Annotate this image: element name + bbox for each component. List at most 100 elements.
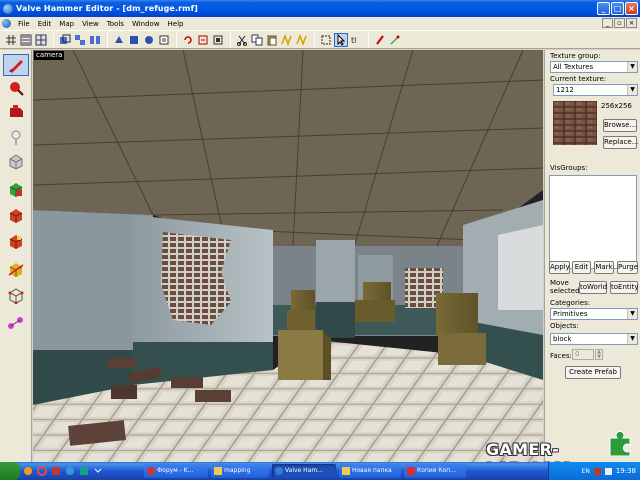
doc-close-button[interactable]: ×: [626, 18, 637, 28]
task-icon: [147, 467, 155, 475]
chevron-down-icon[interactable]: ▼: [627, 309, 637, 319]
decal-tool-icon[interactable]: [3, 230, 29, 252]
menu-view[interactable]: View: [78, 20, 103, 28]
doc-restore-button[interactable]: ▫: [614, 18, 625, 28]
hammer-app-icon[interactable]: [3, 3, 13, 14]
objects-select[interactable]: block ▼: [550, 333, 638, 345]
block-tool-icon[interactable]: [3, 150, 29, 172]
selection-bounds-icon[interactable]: [319, 33, 333, 47]
camera-tool-icon[interactable]: [3, 100, 29, 122]
faces-input[interactable]: 0: [572, 349, 594, 360]
visgroup-edit-button[interactable]: Edit: [572, 261, 591, 274]
show-all-icon[interactable]: [142, 33, 156, 47]
chevron-down-icon[interactable]: ▼: [627, 62, 637, 72]
minimize-button[interactable]: _: [597, 2, 610, 15]
apply-texture-tool-icon[interactable]: [3, 204, 29, 226]
hide-unselected-icon[interactable]: [127, 33, 141, 47]
undo-icon[interactable]: [181, 33, 195, 47]
menu-window[interactable]: Window: [128, 20, 164, 28]
group-icon[interactable]: [73, 33, 87, 47]
quicklaunch-media-icon[interactable]: [78, 465, 90, 477]
texture-replace-icon[interactable]: [295, 33, 309, 47]
close-button[interactable]: ×: [625, 2, 638, 15]
ungroup-icon[interactable]: [88, 33, 102, 47]
categories-select[interactable]: Primitives ▼: [550, 308, 638, 320]
start-button[interactable]: [0, 462, 20, 480]
quicklaunch-expand-icon[interactable]: [92, 465, 104, 477]
task-hammer-label: Valve Ham...: [285, 467, 323, 474]
menu-edit[interactable]: Edit: [34, 20, 56, 28]
to-world-button[interactable]: toWorld: [579, 281, 607, 294]
faces-spinner[interactable]: ▲ ▼: [595, 349, 603, 360]
doc-minimize-button[interactable]: _: [602, 18, 613, 28]
texture-group-label: Texture group:: [550, 52, 601, 60]
grid-smaller-icon[interactable]: [19, 33, 33, 47]
task-forum[interactable]: Форум - K...: [144, 464, 208, 478]
grid-larger-icon[interactable]: [34, 33, 48, 47]
selection-tool-icon[interactable]: [3, 54, 29, 76]
quicklaunch-explorer-icon[interactable]: [64, 465, 76, 477]
quicklaunch-opera-icon[interactable]: [36, 465, 48, 477]
options-icon[interactable]: [388, 33, 402, 47]
run-map-icon[interactable]: [373, 33, 387, 47]
entity-report-icon[interactable]: tl: [349, 33, 363, 47]
texture-preview: [553, 101, 597, 145]
svg-text:tl: tl: [351, 36, 356, 45]
cursor-select-icon[interactable]: [334, 32, 348, 47]
folder-icon: [342, 467, 350, 475]
task-hammer[interactable]: Valve Ham...: [272, 464, 336, 478]
create-prefab-button[interactable]: Create Prefab: [565, 366, 621, 379]
chevron-down-icon[interactable]: ▼: [627, 85, 637, 95]
tool-palette: [0, 50, 32, 462]
task-copy[interactable]: Копия Коп...: [404, 464, 466, 478]
visgroups-list[interactable]: [549, 175, 637, 269]
texture-apply-icon[interactable]: [280, 33, 294, 47]
visgroup-purge-button[interactable]: Purge: [617, 261, 638, 274]
texture-lock-icon[interactable]: [211, 33, 225, 47]
copy-icon[interactable]: [250, 33, 264, 47]
clip-tool-icon[interactable]: [3, 258, 29, 280]
task-new-folder[interactable]: Новая папка: [339, 464, 401, 478]
task-mapping[interactable]: mapping: [211, 464, 269, 478]
redo-icon[interactable]: [196, 33, 210, 47]
quicklaunch-browser-icon[interactable]: [22, 465, 34, 477]
current-texture-select[interactable]: 1212 ▼: [553, 84, 638, 96]
entity-tool-icon[interactable]: [3, 127, 29, 149]
hammer-icon: [275, 467, 283, 475]
document-icon[interactable]: [2, 19, 11, 28]
folder-icon: [214, 467, 222, 475]
language-indicator[interactable]: EN: [582, 468, 590, 475]
texture-tool-icon[interactable]: [3, 178, 29, 200]
taskbar: Форум - K... mapping Valve Ham... Новая …: [0, 462, 640, 480]
menu-bar: File Edit Map View Tools Window Help _ ▫…: [0, 17, 640, 30]
texture-group-select[interactable]: All Textures ▼: [550, 61, 638, 73]
hide-selection-icon[interactable]: [112, 33, 126, 47]
visgroups-label: VisGroups:: [550, 164, 588, 172]
magnify-tool-icon[interactable]: [3, 77, 29, 99]
paste-icon[interactable]: [265, 33, 279, 47]
menu-help[interactable]: Help: [164, 20, 188, 28]
to-entity-button[interactable]: toEntity: [610, 281, 638, 294]
cut-icon[interactable]: [235, 33, 249, 47]
maximize-button[interactable]: □: [611, 2, 624, 15]
tray-icon[interactable]: [593, 467, 601, 475]
compile-icon[interactable]: [157, 33, 171, 47]
camera-viewport[interactable]: camera: [33, 50, 543, 462]
menu-map[interactable]: Map: [55, 20, 78, 28]
visgroup-mark-button[interactable]: Mark: [594, 261, 614, 274]
vertex-tool-icon[interactable]: [3, 284, 29, 306]
quicklaunch-app-icon[interactable]: [50, 465, 62, 477]
menu-file[interactable]: File: [14, 20, 34, 28]
title-bar: Valve Hammer Editor - [dm_refuge.rmf] _ …: [0, 0, 640, 17]
grid-icon[interactable]: [4, 33, 18, 47]
chevron-down-icon[interactable]: ▼: [627, 334, 637, 344]
browse-button[interactable]: Browse...: [603, 119, 637, 132]
objects-value: block: [553, 335, 572, 343]
visgroup-apply-button[interactable]: Apply: [549, 261, 570, 274]
replace-button[interactable]: Replace...: [603, 136, 638, 149]
menu-tools[interactable]: Tools: [103, 20, 128, 28]
carve-icon[interactable]: [58, 33, 72, 47]
move-label-line1: Move: [550, 279, 569, 287]
volume-icon[interactable]: [604, 467, 612, 475]
path-tool-icon[interactable]: [3, 312, 29, 334]
